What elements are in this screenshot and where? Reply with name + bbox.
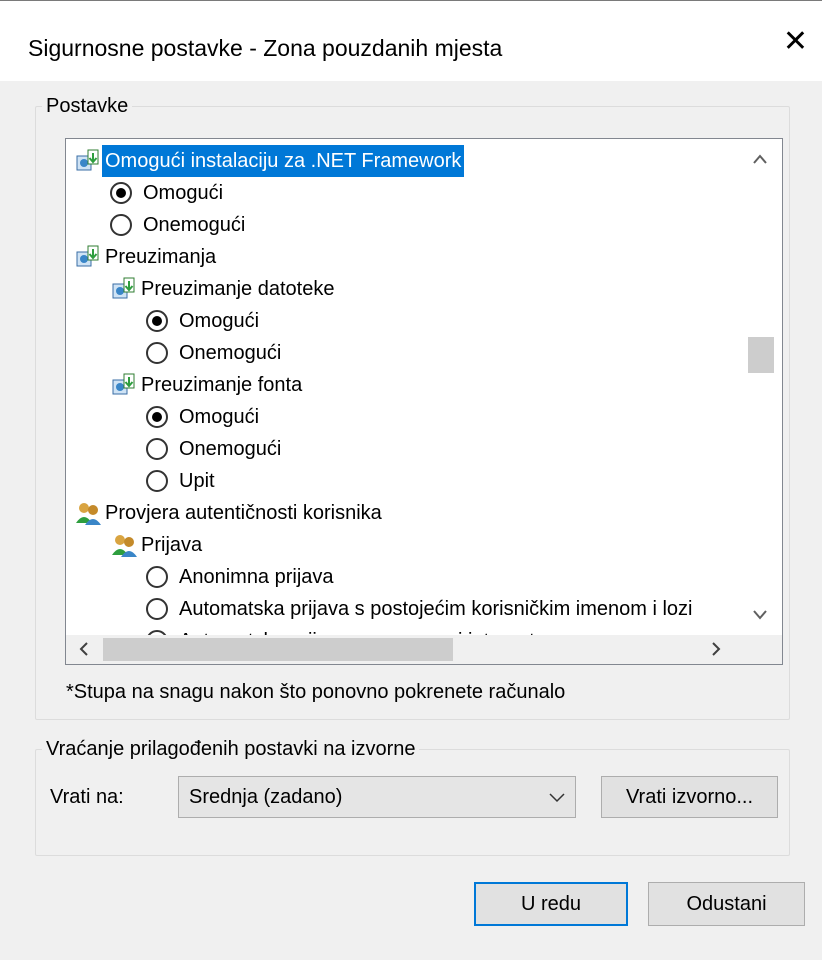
tree-item-label: Onemogući <box>179 438 282 460</box>
scroll-down-arrow-icon[interactable] <box>738 595 782 635</box>
radio-checked-icon[interactable] <box>146 406 168 428</box>
tree-category[interactable]: Provjera autentičnosti korisnika <box>74 497 385 529</box>
radio-unchecked-icon[interactable] <box>146 342 168 364</box>
tree-category[interactable]: Preuzimanje datoteke <box>110 273 337 305</box>
users-icon <box>110 531 138 559</box>
tree-radio-option[interactable]: Onemogući <box>146 433 284 465</box>
tree-item-label: Automatska prijava s postojećim korisnič… <box>179 598 693 620</box>
download-settings-icon <box>74 243 102 271</box>
radio-checked-icon[interactable] <box>146 310 168 332</box>
tree-item-label: Preuzimanje datoteke <box>141 278 335 300</box>
horizontal-scroll-thumb[interactable] <box>103 638 453 661</box>
tree-category[interactable]: Omogući instalaciju za .NET Framework <box>74 145 465 177</box>
settings-tree-items: Omogući instalaciju za .NET Framework Omo… <box>66 139 738 635</box>
radio-unchecked-icon[interactable] <box>146 566 168 588</box>
radio-unchecked-icon[interactable] <box>146 470 168 492</box>
tree-item-label: Omogući <box>179 310 260 332</box>
reset-to-label: Vrati na: <box>50 786 124 808</box>
restart-note: *Stupa na snagu nakon što ponovno pokren… <box>66 681 566 703</box>
users-icon <box>74 499 102 527</box>
tree-item-label: Onemogući <box>143 214 246 236</box>
close-icon[interactable]: ✕ <box>783 27 808 57</box>
tree-item-label: Preuzimanje fonta <box>141 374 303 396</box>
tree-radio-option[interactable]: Anonimna prijava <box>146 561 337 593</box>
reset-group-legend: Vraćanje prilagođenih postavki na izvorn… <box>46 738 416 760</box>
tree-radio-option[interactable]: Omogući <box>146 305 262 337</box>
tree-item-label: Omogući <box>179 406 260 428</box>
scroll-up-arrow-icon[interactable] <box>738 139 782 179</box>
tree-item-label: Provjera autentičnosti korisnika <box>105 502 382 524</box>
tree-radio-option[interactable]: Upit <box>146 465 218 497</box>
tree-radio-option[interactable]: Omogući <box>110 177 226 209</box>
security-level-dropdown[interactable]: Srednja (zadano) <box>178 776 576 818</box>
download-settings-icon <box>110 371 138 399</box>
tree-item-label: Anonimna prijava <box>179 566 334 588</box>
scroll-right-arrow-icon[interactable] <box>698 635 734 664</box>
scrollbar-corner <box>738 635 782 664</box>
horizontal-scrollbar[interactable] <box>66 635 782 664</box>
radio-unchecked-icon[interactable] <box>110 214 132 236</box>
tree-radio-option[interactable]: Automatska prijava s postojećim korisnič… <box>146 593 696 625</box>
vertical-scroll-thumb[interactable] <box>748 337 774 373</box>
download-settings-icon <box>110 275 138 303</box>
tree-radio-option[interactable]: Omogući <box>146 401 262 433</box>
tree-category[interactable]: Preuzimanje fonta <box>110 369 305 401</box>
tree-category[interactable]: Preuzimanja <box>74 241 219 273</box>
tree-radio-option[interactable]: Automatska prijava samo u zoni intraneta <box>146 625 549 635</box>
radio-checked-icon[interactable] <box>110 182 132 204</box>
title-bar: Sigurnosne postavke - Zona pouzdanih mje… <box>0 1 822 81</box>
download-settings-icon <box>74 147 102 175</box>
settings-tree[interactable]: Omogući instalaciju za .NET Framework Omo… <box>65 138 783 665</box>
radio-unchecked-icon[interactable] <box>146 598 168 620</box>
window-title: Sigurnosne postavke - Zona pouzdanih mje… <box>28 35 503 61</box>
tree-item-label: Omogući instalaciju za .NET Framework <box>102 145 465 177</box>
tree-item-label: Prijava <box>141 534 203 556</box>
tree-radio-option[interactable]: Onemogući <box>110 209 248 241</box>
ok-button[interactable]: U redu <box>474 882 628 926</box>
security-level-value: Srednja (zadano) <box>189 786 343 808</box>
radio-unchecked-icon[interactable] <box>146 438 168 460</box>
tree-radio-option[interactable]: Onemogući <box>146 337 284 369</box>
vertical-scrollbar[interactable] <box>738 139 782 635</box>
tree-item-label: Preuzimanja <box>105 246 217 268</box>
reset-button[interactable]: Vrati izvorno... <box>601 776 778 818</box>
cancel-button[interactable]: Odustani <box>648 882 805 926</box>
tree-item-label: Omogući <box>143 182 224 204</box>
tree-item-label: Onemogući <box>179 342 282 364</box>
scroll-left-arrow-icon[interactable] <box>66 635 102 664</box>
settings-group-legend: Postavke <box>46 95 129 117</box>
tree-item-label: Upit <box>179 470 215 492</box>
chevron-down-icon <box>549 777 565 817</box>
tree-category[interactable]: Prijava <box>110 529 205 561</box>
tree-item-label: Automatska prijava samo u zoni intraneta <box>176 625 549 635</box>
